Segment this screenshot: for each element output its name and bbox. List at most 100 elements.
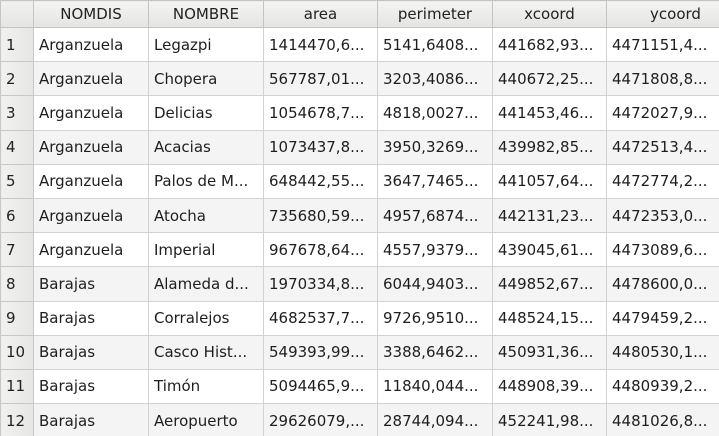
row-number-header[interactable]: 6 (0, 197, 34, 234)
cell-ycoord[interactable]: 4473089,6... (606, 232, 719, 268)
cell-ycoord[interactable]: 4472513,4... (606, 129, 719, 165)
cell-nombre[interactable]: Timón (148, 368, 264, 405)
cell-nomdis[interactable]: Arganzuela (33, 163, 149, 199)
cell-nombre[interactable]: Imperial (148, 232, 264, 268)
cell-ycoord[interactable]: 4479459,2... (606, 300, 719, 336)
cell-nomdis[interactable]: Barajas (33, 368, 149, 405)
cell-xcoord[interactable]: 442131,23... (492, 197, 607, 234)
cell-perimeter[interactable]: 9726,9510... (377, 300, 493, 336)
cell-area[interactable]: 1073437,8... (263, 129, 378, 165)
cell-perimeter[interactable]: 4557,9379... (377, 232, 493, 268)
cell-xcoord[interactable]: 439045,61... (492, 232, 607, 268)
table-row[interactable]: 11 Barajas Timón 5094465,9... 11840,044... 44… (0, 368, 719, 405)
cell-nomdis[interactable]: Arganzuela (33, 197, 149, 234)
table-row[interactable]: 12 Barajas Aeropuerto 29626079,... 28744,094… (0, 403, 719, 436)
table-row[interactable]: 1 Arganzuela Legazpi 1414470,6... 5141,6408.… (0, 26, 719, 63)
row-number-header[interactable]: 7 (0, 232, 34, 268)
cell-ycoord[interactable]: 4471808,8... (606, 61, 719, 97)
cell-area[interactable]: 5094465,9... (263, 368, 378, 405)
cell-nombre[interactable]: Delicias (148, 95, 264, 131)
column-header-ycoord[interactable]: ycoord (606, 0, 719, 28)
cell-area[interactable]: 549393,99... (263, 334, 378, 370)
column-header-xcoord[interactable]: xcoord (492, 0, 607, 28)
cell-nomdis[interactable]: Barajas (33, 403, 149, 436)
table-row[interactable]: 2 Arganzuela Chopera 567787,01... 3203,4086.… (0, 61, 719, 97)
cell-perimeter[interactable]: 11840,044... (377, 368, 493, 405)
row-number-header[interactable]: 4 (0, 129, 34, 165)
cell-xcoord[interactable]: 441453,46... (492, 95, 607, 131)
cell-nomdis[interactable]: Barajas (33, 266, 149, 302)
cell-xcoord[interactable]: 441682,93... (492, 26, 607, 63)
cell-xcoord[interactable]: 450931,36... (492, 334, 607, 370)
table-row[interactable]: 4 Arganzuela Acacias 1073437,8... 3950,3269.… (0, 129, 719, 165)
cell-nombre[interactable]: Aeropuerto (148, 403, 264, 436)
cell-ycoord[interactable]: 4478600,0... (606, 266, 719, 302)
row-number-header[interactable]: 2 (0, 61, 34, 97)
cell-nombre[interactable]: Casco Hist... (148, 334, 264, 370)
row-number-header[interactable]: 3 (0, 95, 34, 131)
cell-nombre[interactable]: Alameda d... (148, 266, 264, 302)
corner-select-all[interactable] (0, 0, 34, 28)
cell-nomdis[interactable]: Arganzuela (33, 129, 149, 165)
column-header-nomdis[interactable]: NOMDIS (33, 0, 149, 28)
row-number-header[interactable]: 9 (0, 300, 34, 336)
table-row[interactable]: 9 Barajas Corralejos 4682537,7... 9726,9510.… (0, 300, 719, 336)
table-row[interactable]: 7 Arganzuela Imperial 967678,64... 4557,9379… (0, 232, 719, 268)
cell-nombre[interactable]: Corralejos (148, 300, 264, 336)
cell-ycoord[interactable]: 4481026,8... (606, 403, 719, 436)
cell-perimeter[interactable]: 4818,0027... (377, 95, 493, 131)
table-row[interactable]: 8 Barajas Alameda d... 1970334,8... 6044,940… (0, 266, 719, 302)
cell-ycoord[interactable]: 4472027,9... (606, 95, 719, 131)
cell-area[interactable]: 4682537,7... (263, 300, 378, 336)
cell-area[interactable]: 967678,64... (263, 232, 378, 268)
row-number-header[interactable]: 10 (0, 334, 34, 370)
cell-xcoord[interactable]: 452241,98... (492, 403, 607, 436)
cell-ycoord[interactable]: 4471151,4... (606, 26, 719, 63)
row-number-header[interactable]: 8 (0, 266, 34, 302)
cell-xcoord[interactable]: 448524,15... (492, 300, 607, 336)
cell-perimeter[interactable]: 3203,4086... (377, 61, 493, 97)
cell-perimeter[interactable]: 3388,6462... (377, 334, 493, 370)
cell-nombre[interactable]: Chopera (148, 61, 264, 97)
cell-xcoord[interactable]: 449852,67... (492, 266, 607, 302)
cell-nombre[interactable]: Palos de M... (148, 163, 264, 199)
cell-nomdis[interactable]: Arganzuela (33, 61, 149, 97)
row-number-header[interactable]: 1 (0, 26, 34, 63)
cell-area[interactable]: 1054678,7... (263, 95, 378, 131)
cell-area[interactable]: 735680,59... (263, 197, 378, 234)
cell-xcoord[interactable]: 439982,85... (492, 129, 607, 165)
cell-xcoord[interactable]: 448908,39... (492, 368, 607, 405)
cell-perimeter[interactable]: 6044,9403... (377, 266, 493, 302)
cell-nomdis[interactable]: Arganzuela (33, 95, 149, 131)
cell-area[interactable]: 1970334,8... (263, 266, 378, 302)
cell-nomdis[interactable]: Arganzuela (33, 232, 149, 268)
row-number-header[interactable]: 5 (0, 163, 34, 199)
cell-ycoord[interactable]: 4480939,2... (606, 368, 719, 405)
cell-nomdis[interactable]: Barajas (33, 300, 149, 336)
cell-perimeter[interactable]: 3950,3269... (377, 129, 493, 165)
cell-ycoord[interactable]: 4472353,0... (606, 197, 719, 234)
cell-area[interactable]: 29626079,... (263, 403, 378, 436)
column-header-perimeter[interactable]: perimeter (377, 0, 493, 28)
cell-perimeter[interactable]: 4957,6874... (377, 197, 493, 234)
row-number-header[interactable]: 12 (0, 403, 34, 436)
column-header-area[interactable]: area (263, 0, 378, 28)
cell-nomdis[interactable]: Barajas (33, 334, 149, 370)
cell-nomdis[interactable]: Arganzuela (33, 26, 149, 63)
cell-nombre[interactable]: Legazpi (148, 26, 264, 63)
cell-nombre[interactable]: Atocha (148, 197, 264, 234)
cell-xcoord[interactable]: 441057,64... (492, 163, 607, 199)
table-row[interactable]: 3 Arganzuela Delicias 1054678,7... 4818,0027… (0, 95, 719, 131)
table-row[interactable]: 6 Arganzuela Atocha 735680,59... 4957,6874..… (0, 197, 719, 234)
cell-nombre[interactable]: Acacias (148, 129, 264, 165)
cell-perimeter[interactable]: 28744,094... (377, 403, 493, 436)
cell-perimeter[interactable]: 5141,6408... (377, 26, 493, 63)
cell-area[interactable]: 648442,55... (263, 163, 378, 199)
table-row[interactable]: 5 Arganzuela Palos de M... 648442,55... 3647… (0, 163, 719, 199)
cell-area[interactable]: 567787,01... (263, 61, 378, 97)
cell-perimeter[interactable]: 3647,7465... (377, 163, 493, 199)
column-header-nombre[interactable]: NOMBRE (148, 0, 264, 28)
cell-ycoord[interactable]: 4472774,2... (606, 163, 719, 199)
cell-area[interactable]: 1414470,6... (263, 26, 378, 63)
table-row[interactable]: 10 Barajas Casco Hist... 549393,99... 3388,6… (0, 334, 719, 370)
